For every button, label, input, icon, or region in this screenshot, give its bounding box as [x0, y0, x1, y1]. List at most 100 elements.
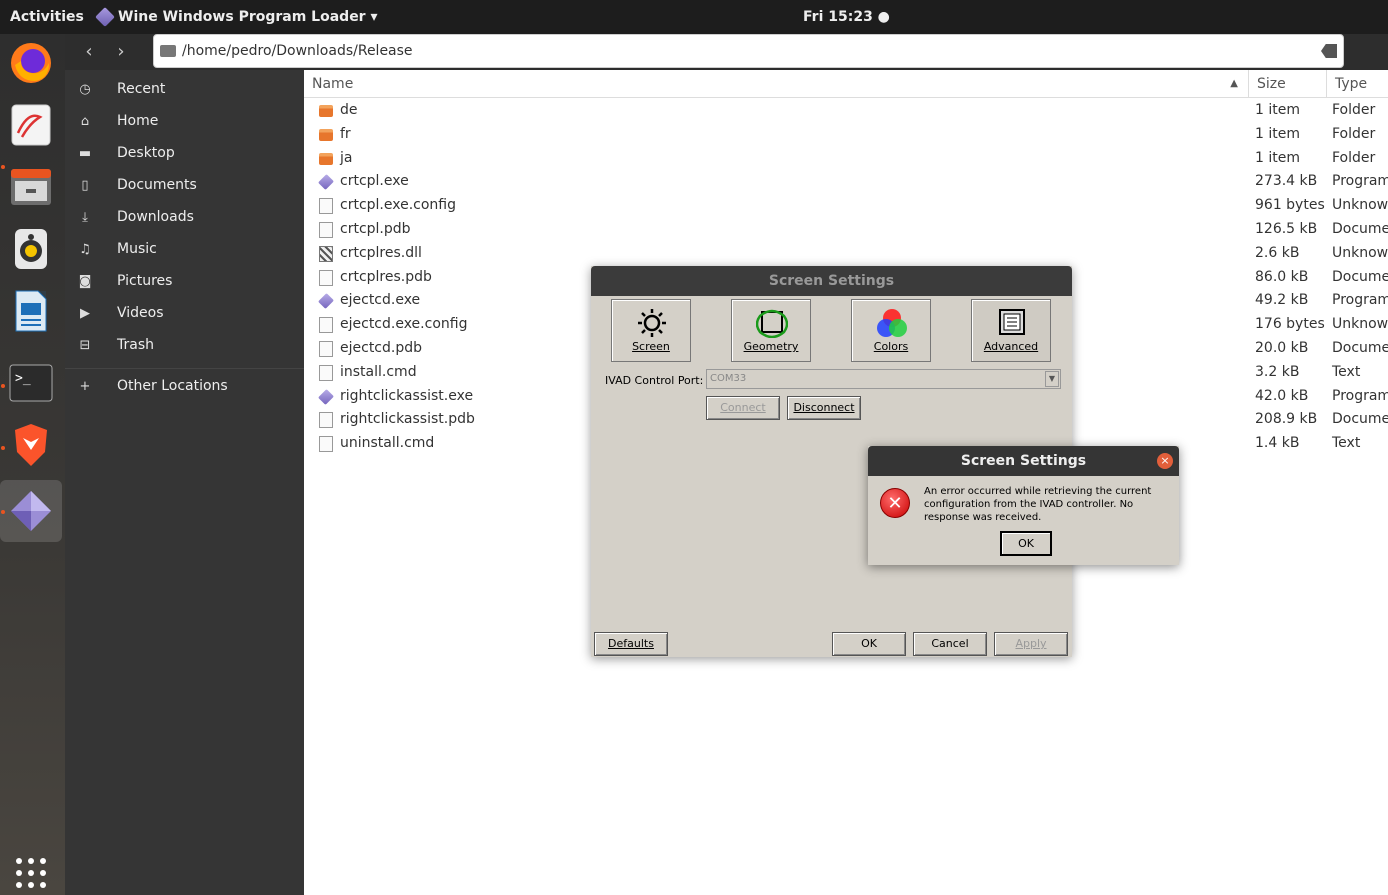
file-size: 208.9 kB [1255, 411, 1318, 428]
error-dialog: Screen Settings × ✕ An error occurred wh… [868, 446, 1179, 565]
folder-icon [319, 152, 333, 165]
plus-icon: + [79, 378, 91, 394]
sidebar-item-label: Documents [117, 177, 197, 193]
tab-screen[interactable]: Screen [611, 299, 691, 362]
sidebar-item-pictures[interactable]: ◙ Pictures [65, 267, 304, 295]
document-viewer-icon[interactable] [8, 102, 54, 148]
file-row[interactable]: crtcplres.dll 2.6 kB Unknown [304, 242, 1388, 266]
file-size: 176 bytes [1255, 316, 1325, 333]
port-select[interactable]: COM33 ▼ [706, 369, 1061, 389]
sidebar-item-downloads[interactable]: ⤓ Downloads [65, 203, 304, 231]
sidebar-item-home[interactable]: ⌂ Home [65, 107, 304, 135]
file-type: Folder [1332, 102, 1376, 118]
defaults-button[interactable]: Defaults [594, 632, 668, 656]
file-type: Document [1332, 221, 1388, 237]
top-bar: Activities Wine Windows Program Loader ▾… [0, 0, 1388, 34]
file-type: Document [1332, 268, 1388, 285]
sidebar-item-label: Pictures [117, 273, 173, 289]
cancel-button[interactable]: Cancel [913, 632, 987, 656]
tab-label: Colors [873, 340, 909, 353]
terminal-icon[interactable]: >_ [8, 360, 54, 406]
sidebar-item-trash[interactable]: ⊟ Trash [65, 331, 304, 359]
file-row[interactable]: crtcpl.pdb 126.5 kB Document [304, 218, 1388, 242]
file-size: 86.0 kB [1255, 268, 1309, 285]
tab-colors[interactable]: Colors [851, 299, 931, 362]
file-name: uninstall.cmd [340, 435, 435, 452]
tab-label: Advanced [983, 340, 1039, 353]
file-row[interactable]: crtcpl.exe 273.4 kB Program [304, 170, 1388, 194]
file-name: fr [340, 125, 351, 142]
apply-button[interactable]: Apply [994, 632, 1068, 656]
sidebar-item-label: Videos [117, 305, 164, 321]
file-name: ejectcd.exe [340, 292, 421, 309]
file-type: Folder [1332, 149, 1376, 166]
file-name: rightclickassist.exe [340, 387, 474, 404]
disconnect-button[interactable]: Disconnect [787, 396, 861, 420]
sidebar-item-label: Music [117, 241, 157, 257]
connect-label: Connect [720, 401, 766, 414]
tab-advanced[interactable]: Advanced [971, 299, 1051, 362]
connect-button[interactable]: Connect [706, 396, 780, 420]
tab-geometry[interactable]: Geometry [731, 299, 811, 362]
library-icon [319, 245, 333, 262]
app-menu-label: Wine Windows Program Loader ▾ [118, 9, 378, 25]
error-message: An error occurred while retrieving the c… [924, 486, 1152, 523]
file-size: 1 item [1255, 149, 1300, 166]
file-size: 126.5 kB [1255, 221, 1318, 237]
forward-button[interactable]: › [106, 37, 136, 67]
tab-label: Geometry [743, 340, 799, 353]
sidebar-item-recent[interactable]: ◷ Recent [65, 75, 304, 103]
close-icon[interactable]: × [1157, 453, 1173, 469]
document-icon: ▯ [81, 177, 89, 193]
file-size: 1.4 kB [1255, 435, 1300, 452]
executable-icon [318, 388, 334, 405]
file-row[interactable]: ja 1 item Folder [304, 147, 1388, 171]
sidebar-item-desktop[interactable]: ▬ Desktop [65, 139, 304, 167]
file-row[interactable]: crtcpl.exe.config 961 bytes Unknown [304, 194, 1388, 218]
file-type: Unknown [1332, 197, 1388, 214]
svg-text:>_: >_ [15, 371, 31, 386]
sidebar-item-videos[interactable]: ▶ Videos [65, 299, 304, 327]
sun-icon [638, 309, 666, 337]
file-row[interactable]: fr 1 item Folder [304, 123, 1388, 147]
chevron-down-icon[interactable]: ▼ [1045, 371, 1059, 387]
column-header-name[interactable]: Name ▲ [304, 70, 1248, 98]
brave-icon[interactable] [8, 422, 54, 468]
column-name-label: Name [312, 76, 354, 92]
sidebar-item-other-locations[interactable]: + Other Locations [65, 372, 304, 400]
show-applications-icon[interactable] [16, 858, 46, 888]
writer-icon[interactable] [8, 288, 54, 334]
sidebar-item-label: Desktop [117, 145, 175, 161]
clock[interactable]: Fri 15:23 ● [803, 9, 890, 25]
wine-dock-icon[interactable] [8, 488, 54, 534]
file-row[interactable]: de 1 item Folder [304, 99, 1388, 123]
column-header-size[interactable]: Size [1248, 70, 1326, 98]
activities-button[interactable]: Activities [10, 9, 84, 25]
file-size: 20.0 kB [1255, 340, 1309, 356]
sidebar-item-documents[interactable]: ▯ Documents [65, 171, 304, 199]
firefox-icon[interactable] [8, 40, 54, 86]
file-type: Text [1332, 363, 1361, 380]
file-size: 273.4 kB [1255, 173, 1318, 190]
ok-button[interactable]: OK [832, 632, 906, 656]
app-menu[interactable]: Wine Windows Program Loader ▾ [95, 7, 378, 27]
file-name: ejectcd.exe.config [340, 316, 468, 333]
sidebar-item-music[interactable]: ♫ Music [65, 235, 304, 263]
location-bar[interactable]: /home/pedro/Downloads/Release [153, 34, 1344, 68]
rhythmbox-icon[interactable] [8, 226, 54, 272]
back-button[interactable]: ‹ [74, 37, 104, 67]
file-icon [319, 412, 333, 429]
folder-icon [319, 105, 333, 117]
location-path[interactable]: /home/pedro/Downloads/Release [182, 43, 413, 59]
error-ok-button[interactable]: OK [1000, 531, 1052, 556]
wine-icon [95, 7, 115, 27]
column-header-type[interactable]: Type [1326, 70, 1388, 98]
sidebar-item-label: Recent [117, 81, 166, 97]
clear-location-icon[interactable] [1321, 44, 1337, 58]
file-manager-icon[interactable] [8, 164, 54, 210]
sidebar-item-label: Downloads [117, 209, 194, 225]
disconnect-label: Disconnect [793, 401, 855, 414]
sidebar-item-label: Trash [117, 337, 154, 353]
file-icon [319, 364, 333, 381]
dialog-title: Screen Settings [591, 266, 1072, 296]
